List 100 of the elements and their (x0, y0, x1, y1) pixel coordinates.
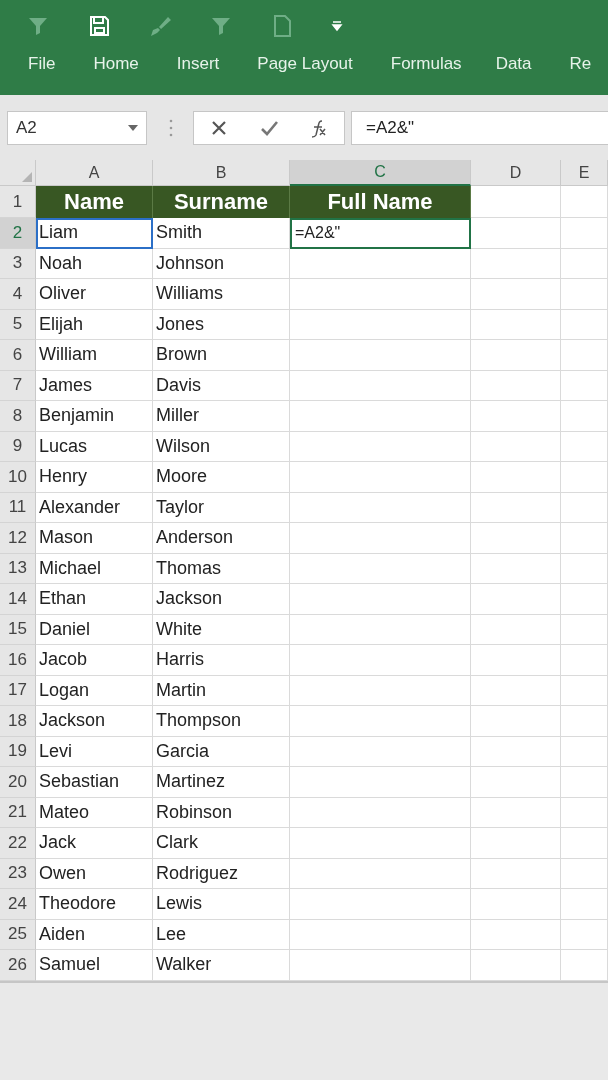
empty-cell[interactable] (471, 950, 561, 981)
row-header[interactable]: 9 (0, 431, 36, 462)
row-header[interactable]: 21 (0, 797, 36, 828)
table-cell[interactable] (290, 370, 471, 401)
ribbon-tab[interactable]: Home (93, 54, 139, 74)
dropdown-icon[interactable] (128, 124, 138, 131)
table-cell[interactable]: Jackson (36, 706, 153, 737)
table-cell[interactable] (290, 431, 471, 462)
table-cell[interactable]: Anderson (153, 523, 290, 554)
table-cell[interactable]: Jack (36, 828, 153, 859)
row-header[interactable]: 17 (0, 675, 36, 706)
table-cell[interactable]: Elijah (36, 309, 153, 340)
empty-cell[interactable] (471, 584, 561, 615)
table-cell[interactable]: Jacob (36, 645, 153, 676)
table-cell[interactable] (290, 950, 471, 981)
ribbon-tab[interactable]: Page Layout (257, 54, 353, 74)
table-cell[interactable]: Smith (153, 218, 290, 249)
empty-cell[interactable] (471, 797, 561, 828)
empty-cell[interactable] (561, 523, 608, 554)
table-cell[interactable]: Clark (153, 828, 290, 859)
table-cell[interactable] (290, 553, 471, 584)
table-cell[interactable]: Mateo (36, 797, 153, 828)
empty-cell[interactable] (561, 706, 608, 737)
empty-cell[interactable] (471, 218, 561, 249)
empty-cell[interactable] (471, 370, 561, 401)
table-cell[interactable]: Lewis (153, 889, 290, 920)
table-cell[interactable]: Oliver (36, 279, 153, 310)
empty-cell[interactable] (471, 401, 561, 432)
table-cell[interactable] (290, 248, 471, 279)
table-cell[interactable]: Noah (36, 248, 153, 279)
table-cell[interactable]: Ethan (36, 584, 153, 615)
table-cell[interactable] (290, 889, 471, 920)
row-header[interactable]: 25 (0, 919, 36, 950)
table-cell[interactable]: Levi (36, 736, 153, 767)
ribbon-tab[interactable]: Insert (176, 54, 220, 74)
empty-cell[interactable] (471, 279, 561, 310)
table-cell[interactable] (290, 706, 471, 737)
ribbon-tab[interactable]: File (28, 54, 56, 74)
ribbon-tab[interactable]: Re (569, 54, 592, 74)
table-cell[interactable]: Rodriguez (153, 858, 290, 889)
table-cell[interactable]: Johnson (153, 248, 290, 279)
table-cell[interactable] (290, 309, 471, 340)
column-header[interactable]: E (561, 160, 608, 186)
empty-cell[interactable] (561, 553, 608, 584)
row-header[interactable]: 12 (0, 523, 36, 554)
empty-cell[interactable] (471, 645, 561, 676)
table-cell[interactable]: Lee (153, 919, 290, 950)
empty-cell[interactable] (561, 370, 608, 401)
empty-cell[interactable] (561, 186, 608, 218)
column-header[interactable]: B (153, 160, 290, 186)
empty-cell[interactable] (561, 645, 608, 676)
customize-icon[interactable] (331, 20, 343, 32)
empty-cell[interactable] (471, 248, 561, 279)
row-header[interactable]: 1 (0, 186, 36, 218)
empty-cell[interactable] (471, 828, 561, 859)
function-icon[interactable] (309, 117, 329, 138)
ribbon-tab[interactable]: Data (495, 54, 532, 74)
empty-cell[interactable] (561, 401, 608, 432)
table-cell[interactable] (290, 584, 471, 615)
empty-cell[interactable] (471, 858, 561, 889)
empty-cell[interactable] (561, 675, 608, 706)
save-icon[interactable] (87, 14, 111, 38)
row-header[interactable]: 8 (0, 401, 36, 432)
table-cell[interactable]: Alexander (36, 492, 153, 523)
table-cell[interactable]: James (36, 370, 153, 401)
empty-cell[interactable] (471, 614, 561, 645)
empty-cell[interactable] (561, 614, 608, 645)
table-cell[interactable] (290, 614, 471, 645)
empty-cell[interactable] (471, 431, 561, 462)
table-cell[interactable]: Aiden (36, 919, 153, 950)
row-header[interactable]: 20 (0, 767, 36, 798)
table-cell[interactable]: Samuel (36, 950, 153, 981)
table-cell[interactable]: Thompson (153, 706, 290, 737)
row-header[interactable]: 5 (0, 309, 36, 340)
table-cell[interactable]: Taylor (153, 492, 290, 523)
table-cell[interactable] (290, 919, 471, 950)
table-cell[interactable]: Owen (36, 858, 153, 889)
table-cell[interactable]: Liam (36, 218, 153, 249)
empty-cell[interactable] (561, 950, 608, 981)
row-header[interactable]: 13 (0, 553, 36, 584)
table-cell[interactable]: Miller (153, 401, 290, 432)
empty-cell[interactable] (561, 248, 608, 279)
empty-cell[interactable] (471, 675, 561, 706)
row-header[interactable]: 4 (0, 279, 36, 310)
table-cell[interactable]: Garcia (153, 736, 290, 767)
empty-cell[interactable] (471, 889, 561, 920)
empty-cell[interactable] (561, 797, 608, 828)
empty-cell[interactable] (561, 279, 608, 310)
table-cell[interactable]: Robinson (153, 797, 290, 828)
empty-cell[interactable] (561, 889, 608, 920)
empty-cell[interactable] (561, 431, 608, 462)
table-cell[interactable]: Daniel (36, 614, 153, 645)
column-header[interactable]: A (36, 160, 153, 186)
row-header[interactable]: 24 (0, 889, 36, 920)
empty-cell[interactable] (471, 340, 561, 371)
table-cell[interactable] (290, 858, 471, 889)
table-cell[interactable] (290, 767, 471, 798)
empty-cell[interactable] (561, 492, 608, 523)
row-header[interactable]: 15 (0, 614, 36, 645)
table-cell[interactable]: Mason (36, 523, 153, 554)
